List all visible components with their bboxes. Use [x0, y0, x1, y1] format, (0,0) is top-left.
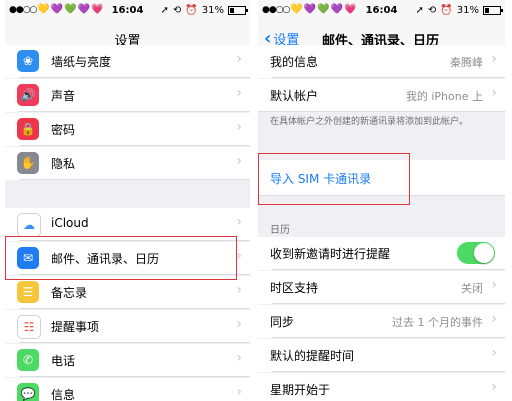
settings-item-sounds[interactable]: 🔊 声音 ›: [5, 79, 250, 112]
calendar-section-header: 日历: [270, 225, 290, 236]
chevron-right-icon: ›: [236, 248, 242, 264]
settings-item-label: 信息: [51, 388, 76, 401]
settings-item-wallpaper[interactable]: ❀ 墙纸与亮度 ›: [5, 45, 250, 78]
battery-percent: 31%: [456, 5, 479, 16]
my-info-label: 我的信息: [270, 55, 319, 69]
chevron-right-icon: ›: [236, 316, 242, 332]
settings-screen: ●●○○ 💛 💜 💚 💜 💗 16:04 ➚ ⟲ ⏰ 31% 设置 ❀ 墙纸与亮…: [5, 0, 250, 401]
settings-item-notes[interactable]: ☰ 备忘录 ›: [5, 276, 250, 309]
battery-icon: [483, 6, 503, 15]
my-info-value: 秦腾峰: [450, 56, 483, 69]
default-account-value: 我的 iPhone 上: [405, 90, 483, 103]
highlight-box: [258, 153, 410, 205]
status-bar: ●●○○ 💛 💜 💚 💜 💗 16:04 ➚ ⟲ ⏰ 31%: [5, 0, 250, 22]
speaker-icon: 🔊: [17, 84, 39, 106]
invite-alert-toggle[interactable]: [457, 242, 495, 264]
battery-icon: [228, 6, 248, 15]
sync-row[interactable]: 同步 过去 1 个月的事件 ›: [258, 305, 505, 338]
settings-item-messages[interactable]: 💬 信息 ›: [5, 378, 250, 401]
chevron-right-icon: ›: [236, 350, 242, 366]
chevron-left-icon: ‹: [264, 27, 272, 49]
toggle-knob: [474, 243, 494, 263]
cloud-icon: ☁: [17, 213, 41, 237]
timezone-support-row[interactable]: 时区支持 关闭 ›: [258, 271, 505, 304]
flower-icon: ❀: [17, 50, 39, 72]
default-account-label: 默认帐户: [270, 89, 319, 103]
chevron-right-icon: ›: [491, 85, 497, 101]
settings-item-label: 隐私: [51, 157, 76, 171]
chevron-right-icon: ›: [491, 311, 497, 327]
sync-label: 同步: [270, 315, 295, 329]
settings-item-privacy[interactable]: ✋ 隐私 ›: [5, 147, 250, 180]
settings-item-label: 备忘录: [51, 286, 88, 300]
mail-contacts-calendars-screen: ●●○○ 💛 💜 💚 💜 💗 16:04 ➚ ⟲ ⏰ 31% ‹ 设置 邮件、通: [258, 0, 505, 401]
battery-percent: 31%: [201, 5, 224, 16]
timezone-value: 关闭: [461, 282, 483, 295]
chevron-right-icon: ›: [236, 85, 242, 101]
alarm-icon: ⏰: [185, 5, 198, 16]
highlight-box: [5, 236, 237, 280]
chevron-right-icon: ›: [236, 214, 242, 230]
settings-item-passcode[interactable]: 🔒 密码 ›: [5, 113, 250, 146]
location-icon: ➚: [160, 5, 169, 16]
settings-item-label: 墙纸与亮度: [51, 55, 112, 69]
my-info-row[interactable]: 我的信息 秦腾峰 ›: [258, 45, 505, 78]
default-alert-label: 默认的提醒时间: [270, 349, 355, 363]
chevron-right-icon: ›: [491, 379, 497, 395]
settings-item-label: 提醒事项: [51, 320, 100, 334]
settings-item-reminders[interactable]: ☷ 提醒事项 ›: [5, 310, 250, 343]
chevron-right-icon: ›: [491, 51, 497, 67]
week-start-row[interactable]: 星期开始于 ›: [258, 373, 505, 401]
chevron-right-icon: ›: [236, 282, 242, 298]
message-icon: 💬: [17, 383, 39, 401]
settings-item-label: iCloud: [51, 216, 89, 230]
orientation-lock-icon: ⟲: [427, 5, 437, 16]
timezone-label: 时区支持: [270, 281, 319, 295]
notes-icon: ☰: [17, 281, 39, 303]
status-bar: ●●○○ 💛 💜 💚 💜 💗 16:04 ➚ ⟲ ⏰ 31%: [258, 0, 505, 22]
orientation-lock-icon: ⟲: [172, 5, 182, 16]
invite-alert-row: 收到新邀请时进行提醒: [258, 237, 505, 270]
alarm-icon: ⏰: [440, 5, 453, 16]
chevron-right-icon: ›: [236, 153, 242, 169]
hand-icon: ✋: [17, 152, 39, 174]
default-account-footnote: 在具体帐户之外创建的新通讯录将添加到此帐户。: [270, 117, 469, 127]
phone-icon: ✆: [17, 349, 39, 371]
chevron-right-icon: ›: [236, 51, 242, 67]
location-icon: ➚: [415, 5, 424, 16]
lock-icon: 🔒: [17, 118, 39, 140]
sync-value: 过去 1 个月的事件: [392, 316, 483, 329]
week-start-label: 星期开始于: [270, 383, 331, 397]
settings-item-label: 声音: [51, 89, 76, 103]
default-alert-times-row[interactable]: 默认的提醒时间 ›: [258, 339, 505, 372]
invite-alert-label: 收到新邀请时进行提醒: [270, 247, 391, 261]
settings-item-label: 密码: [51, 123, 76, 137]
chevron-right-icon: ›: [236, 384, 242, 400]
chevron-right-icon: ›: [236, 119, 242, 135]
chevron-right-icon: ›: [491, 277, 497, 293]
settings-item-phone[interactable]: ✆ 电话 ›: [5, 344, 250, 377]
chevron-right-icon: ›: [491, 345, 497, 361]
settings-item-label: 电话: [51, 354, 76, 368]
reminders-icon: ☷: [17, 315, 41, 339]
default-account-row[interactable]: 默认帐户 我的 iPhone 上 ›: [258, 79, 505, 112]
